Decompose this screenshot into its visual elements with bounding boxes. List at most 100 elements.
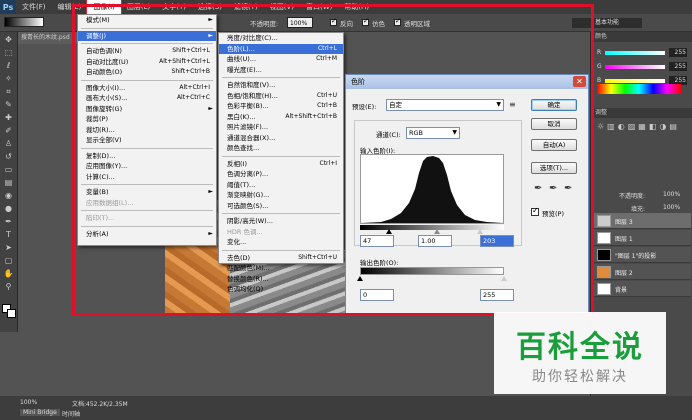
document-info[interactable]: 文档:452.2K/2.35M [72, 399, 128, 408]
menu-help[interactable]: 帮助(H) [338, 0, 375, 14]
type-tool-icon[interactable]: T [3, 230, 15, 240]
output-white-field[interactable]: 255 [480, 289, 514, 301]
preset-select[interactable]: 自定 ▼ [386, 99, 504, 111]
menu-item[interactable]: 可选颜色(S)... [219, 201, 343, 212]
layer-row[interactable]: 图层 3 [593, 213, 691, 229]
reverse-checkbox[interactable] [330, 17, 337, 26]
input-gamma-field[interactable]: 1.00 [418, 235, 452, 247]
background-color-swatch[interactable] [7, 309, 16, 318]
opacity-select[interactable]: 100% [287, 17, 313, 28]
menu-select[interactable]: 选择(S) [192, 0, 228, 14]
menu-item[interactable]: 亮度/对比度(C)... [219, 33, 343, 44]
menu-item[interactable]: 匹配颜色(M)... [219, 263, 343, 274]
lasso-tool-icon[interactable]: ℓ [3, 61, 15, 71]
menu-item[interactable]: 图像旋转(G) ► [78, 104, 216, 115]
menu-item[interactable]: 显示全部(V) [78, 135, 216, 146]
menu-item[interactable]: 黑白(K)... Alt+Shift+Ctrl+B [219, 112, 343, 123]
menu-item[interactable]: 图像大小(I)... Alt+Ctrl+I [78, 83, 216, 94]
green-slider[interactable] [605, 65, 665, 69]
menu-item[interactable]: 阈值(T)... [219, 180, 343, 191]
menu-item[interactable]: 去色(D) Shift+Ctrl+U [219, 253, 343, 264]
adjustments-panel-tab[interactable]: 调整 [591, 108, 692, 118]
zoom-tool-icon[interactable]: ⚲ [3, 282, 15, 292]
options-button[interactable]: 选项(T)... [531, 162, 577, 174]
menu-item[interactable]: 色阶(L)... Ctrl+L [219, 43, 343, 54]
white-eyedropper-icon[interactable]: ✒ [564, 183, 572, 194]
transparency-checkbox[interactable] [394, 17, 401, 26]
menu-item[interactable]: 裁切(R)... [78, 125, 216, 136]
gradient-tool-icon[interactable]: ▤ [3, 178, 15, 188]
menu-view[interactable]: 视图(V) [264, 0, 300, 14]
menu-item[interactable]: 颜色查找... [219, 143, 343, 154]
output-black-field[interactable]: 0 [360, 289, 394, 301]
preset-menu-icon[interactable]: ≡ [509, 100, 516, 109]
eraser-tool-icon[interactable]: ▭ [3, 165, 15, 175]
move-tool-icon[interactable]: ✥ [3, 35, 15, 45]
gray-eyedropper-icon[interactable]: ✒ [549, 183, 557, 194]
layer-row[interactable]: 图层 1 [593, 230, 691, 246]
menu-item[interactable]: 曲线(U)... Ctrl+M [219, 54, 343, 65]
shape-tool-icon[interactable]: ▢ [3, 256, 15, 266]
close-icon[interactable]: ✕ [573, 76, 586, 87]
menu-item[interactable]: 色调均化(Q) [219, 284, 343, 295]
menu-item[interactable]: 自动色调(N) Shift+Ctrl+L [78, 46, 216, 57]
crop-tool-icon[interactable]: ⌗ [3, 87, 15, 97]
history-brush-tool-icon[interactable]: ↺ [3, 152, 15, 162]
stamp-tool-icon[interactable]: ♙ [3, 139, 15, 149]
menu-item[interactable]: 自动颜色(O) Shift+Ctrl+B [78, 67, 216, 78]
adjustment-icons[interactable]: ☼▥◐▨▦◧◑▤ [597, 122, 687, 152]
menu-item[interactable]: 画布大小(S)... Alt+Ctrl+C [78, 93, 216, 104]
menu-item[interactable]: 色相/饱和度(H)... Ctrl+U [219, 91, 343, 102]
mini-bridge-tab[interactable]: Mini Bridge [20, 409, 60, 416]
menu-item[interactable]: 复制(D)... [78, 151, 216, 162]
eyedropper-tool-icon[interactable]: ✎ [3, 100, 15, 110]
menu-item[interactable]: 裁剪(P) [78, 114, 216, 125]
menu-item[interactable]: 分析(A) ► [78, 229, 216, 240]
menu-item[interactable]: 通道混合器(X)... [219, 133, 343, 144]
menu-item[interactable]: 调整(J) ► [78, 30, 216, 41]
input-gamma-slider[interactable] [434, 229, 440, 234]
preview-checkbox[interactable]: ✓ [531, 206, 539, 216]
layer-row[interactable]: "图层 1"的投影 [593, 247, 691, 263]
layer-row[interactable]: 图层 2 [593, 264, 691, 280]
menu-item[interactable]: 变量(B) ► [78, 187, 216, 198]
menu-image[interactable]: 图像(I) [86, 0, 122, 15]
dodge-tool-icon[interactable]: ● [3, 204, 15, 214]
menu-item[interactable]: 应用图像(Y)... [78, 161, 216, 172]
dither-checkbox[interactable] [362, 17, 369, 26]
output-white-slider[interactable] [501, 276, 507, 281]
hand-tool-icon[interactable]: ✋ [3, 269, 15, 279]
cancel-button[interactable]: 取消 [531, 118, 577, 130]
blue-slider[interactable] [605, 79, 665, 83]
menu-file[interactable]: 文件(F) [16, 0, 52, 14]
color-spectrum[interactable] [597, 84, 681, 94]
menu-item[interactable]: 变化... [219, 237, 343, 248]
blur-tool-icon[interactable]: ◉ [3, 191, 15, 201]
menu-filter[interactable]: 滤镜(T) [228, 0, 264, 14]
brush-tool-icon[interactable]: ✐ [3, 126, 15, 136]
ok-button[interactable]: 确定 [531, 99, 577, 111]
timeline-tab[interactable]: 时间轴 [62, 409, 80, 418]
gradient-preview[interactable] [4, 17, 44, 27]
menu-item[interactable]: 照片滤镜(F)... [219, 122, 343, 133]
red-slider[interactable] [605, 51, 665, 55]
healing-tool-icon[interactable]: ✚ [3, 113, 15, 123]
auto-button[interactable]: 自动(A) [531, 139, 577, 151]
menu-item[interactable]: 渐变映射(G)... [219, 190, 343, 201]
channel-select[interactable]: RGB ▼ [406, 127, 460, 139]
zoom-level[interactable]: 100% [20, 399, 37, 406]
layer-fill-value[interactable]: 100% [663, 204, 680, 211]
path-select-tool-icon[interactable]: ➤ [3, 243, 15, 253]
black-eyedropper-icon[interactable]: ✒ [534, 183, 542, 194]
menu-item[interactable]: 阴影/高光(W)... [219, 216, 343, 227]
workspace-switcher[interactable]: 基本功能 [572, 18, 642, 28]
input-white-field[interactable]: 203 [480, 235, 514, 247]
layer-opacity-value[interactable]: 100% [663, 191, 680, 198]
menu-item[interactable]: 计算(C)... [78, 172, 216, 183]
menu-layer[interactable]: 图层(L) [121, 0, 156, 14]
menu-item[interactable]: 替换颜色(R)... [219, 274, 343, 285]
menu-item[interactable]: 反相(I) Ctrl+I [219, 159, 343, 170]
input-black-field[interactable]: 47 [360, 235, 394, 247]
menu-item[interactable]: 模式(M) ► [78, 15, 216, 26]
marquee-tool-icon[interactable]: ⬚ [3, 48, 15, 58]
